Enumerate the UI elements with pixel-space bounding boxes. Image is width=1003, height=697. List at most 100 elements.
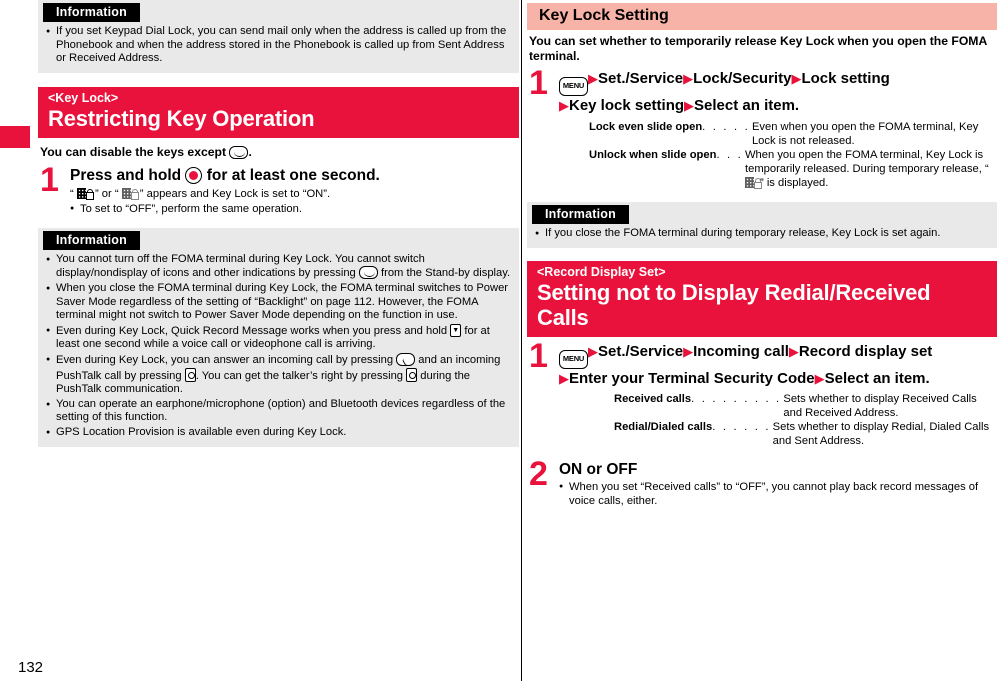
column-divider (521, 0, 522, 681)
step-title: MENU ▶Set./Service▶Lock/Security▶Lock set… (559, 69, 997, 115)
list-item: Even during Key Lock, you can answer an … (46, 352, 511, 397)
banner-title: Key Lock Setting (539, 7, 669, 24)
keypad-lock-icon (76, 187, 94, 200)
menu-key-icon: MENU (559, 349, 588, 369)
list-item: You cannot turn off the FOMA terminal du… (46, 253, 511, 281)
definition-row: Received calls . . . . . . . . . Sets wh… (614, 392, 997, 420)
information-heading: Information (532, 205, 629, 224)
information-list: If you set Keypad Dial Lock, you can sen… (38, 25, 519, 66)
information-heading: Information (43, 3, 140, 22)
definition-list: Received calls . . . . . . . . . Sets wh… (614, 392, 997, 448)
path-step: Select an item. (824, 369, 930, 387)
path-step: Enter your Terminal Security Code (569, 369, 815, 387)
item-text-after: from the Stand-by display. (377, 267, 511, 280)
arrow-icon: ▶ (788, 343, 799, 359)
section-lead: You can set whether to temporarily relea… (529, 34, 987, 63)
list-item: GPS Location Provision is available even… (46, 426, 511, 440)
path-step: Incoming call (693, 342, 789, 360)
definition-description: Sets whether to display Redial, Dialed C… (772, 420, 990, 447)
down-key-icon (450, 323, 462, 337)
definition-list: Lock even slide open . . . . . Even when… (589, 120, 997, 190)
definition-dots: . . . . . (702, 121, 750, 133)
right-column: Key Lock Setting You can set whether to … (527, 0, 997, 508)
center-key-icon (185, 166, 203, 184)
step-bullet-list: To set to “OFF”, perform the same operat… (70, 202, 519, 216)
path-step: Set./Service (598, 70, 684, 87)
definition-dots: . . . . . . (712, 420, 771, 433)
step-2: 2 ON or OFF When you set “Received calls… (527, 454, 997, 508)
definition-description-tail: ” is displayed. (759, 177, 829, 189)
section-lead: You can disable the keys except . (40, 145, 519, 160)
page-number: 132 (18, 659, 44, 676)
path-step: Set./Service (598, 342, 684, 360)
step-1: 1 MENU ▶Set./Service▶Lock/Security▶Lock s… (527, 66, 997, 190)
step-number: 1 (40, 160, 59, 199)
definition-dots: . . . . . . . . . (691, 392, 782, 405)
list-item: To set to “OFF”, perform the same operat… (70, 202, 519, 216)
side-tab: Security Settings (0, 0, 38, 697)
definition-term: Received calls (614, 392, 692, 405)
send-key-icon (396, 352, 416, 366)
definition-description: When you open the FOMA terminal, Key Loc… (743, 148, 997, 190)
arrow-icon: ▶ (683, 343, 694, 359)
definition-description: Sets whether to display Received Calls a… (783, 392, 977, 419)
step-title-before: Press and hold (70, 166, 186, 184)
arrow-icon: ▶ (684, 98, 695, 113)
information-list: If you close the FOMA terminal during te… (527, 227, 997, 241)
banner-title: Restricting Key Operation (48, 105, 315, 131)
pushtalk-key-icon (184, 367, 196, 382)
arrow-icon: ▶ (683, 71, 694, 86)
step-note: “ ” or “ ” appears and Key Lock is set t… (70, 187, 519, 201)
arrow-icon: ▶ (588, 343, 598, 359)
arrow-icon: ▶ (791, 71, 802, 86)
step-1-record-display: 1 MENU ▶Set./Service▶Incoming call▶Record… (527, 336, 997, 448)
item-text-mid2: . You can get the talker’s right by pres… (195, 369, 407, 382)
quote-open: “ (70, 187, 74, 200)
information-box: Information If you close the FOMA termin… (527, 202, 997, 248)
path-step: Select an item. (694, 97, 800, 114)
end-key-icon (358, 266, 378, 280)
step-bullet-list: When you set “Received calls” to “OFF”, … (559, 480, 997, 508)
lead-suffix: . (248, 144, 252, 159)
section-banner-key-lock-setting: Key Lock Setting (527, 3, 997, 30)
keypad-lock-gray-icon (744, 176, 762, 189)
left-column: Information If you set Keypad Dial Lock,… (38, 0, 519, 447)
arrow-icon: ▶ (559, 370, 569, 386)
definition-term: Redial/Dialed calls (614, 420, 713, 433)
lead-prefix: You can disable the keys except (40, 144, 230, 159)
definition-dots: . . . (716, 149, 743, 161)
arrow-icon: ▶ (588, 71, 598, 86)
arrow-icon: ▶ (814, 370, 825, 386)
information-box-top: Information If you set Keypad Dial Lock,… (38, 0, 519, 73)
list-item: When you set “Received calls” to “OFF”, … (559, 480, 997, 508)
step-1: 1 Press and hold for at least one second… (38, 160, 519, 216)
section-banner-record-display-set: <Record Display Set> Setting not to Disp… (527, 260, 997, 337)
information-list: You cannot turn off the FOMA terminal du… (38, 253, 519, 440)
definition-row: Redial/Dialed calls . . . . . . Sets whe… (614, 420, 997, 448)
information-box-bottom: Information You cannot turn off the FOMA… (38, 227, 519, 447)
banner-title: Setting not to Display Redial/Received C… (537, 279, 931, 330)
list-item: Even during Key Lock, Quick Record Messa… (46, 323, 511, 352)
definition-description: Even when you open the FOMA terminal, Ke… (751, 121, 979, 147)
path-step: Record display set (798, 342, 933, 360)
step-title: MENU ▶Set./Service▶Incoming call▶Record d… (559, 342, 997, 388)
side-tab-marker (0, 126, 30, 148)
step-title: Press and hold for at least one second. (70, 166, 519, 185)
step-number: 2 (529, 454, 548, 493)
definition-row: Unlock when slide open . . . When you op… (589, 148, 997, 190)
list-item: When you close the FOMA terminal during … (46, 282, 511, 323)
step-title: ON or OFF (559, 460, 638, 478)
item-text-before: Even during Key Lock, Quick Record Messa… (56, 324, 451, 337)
definition-row: Lock even slide open . . . . . Even when… (589, 120, 997, 148)
path-step: Key lock setting (569, 97, 685, 114)
keypad-lock-gray-icon (121, 187, 139, 200)
definition-description-text: When you open the FOMA terminal, Key Loc… (744, 149, 989, 175)
menu-key-icon: MENU (559, 77, 588, 96)
step-number: 1 (529, 336, 548, 375)
list-item: If you set Keypad Dial Lock, you can sen… (46, 25, 511, 66)
list-item: If you close the FOMA terminal during te… (535, 227, 989, 241)
quote-mid: ” or “ (94, 187, 119, 200)
section-banner-key-lock: <Key Lock> Restricting Key Operation (38, 86, 519, 138)
definition-term: Unlock when slide open (589, 149, 717, 161)
path-step: Lock setting (801, 70, 890, 87)
